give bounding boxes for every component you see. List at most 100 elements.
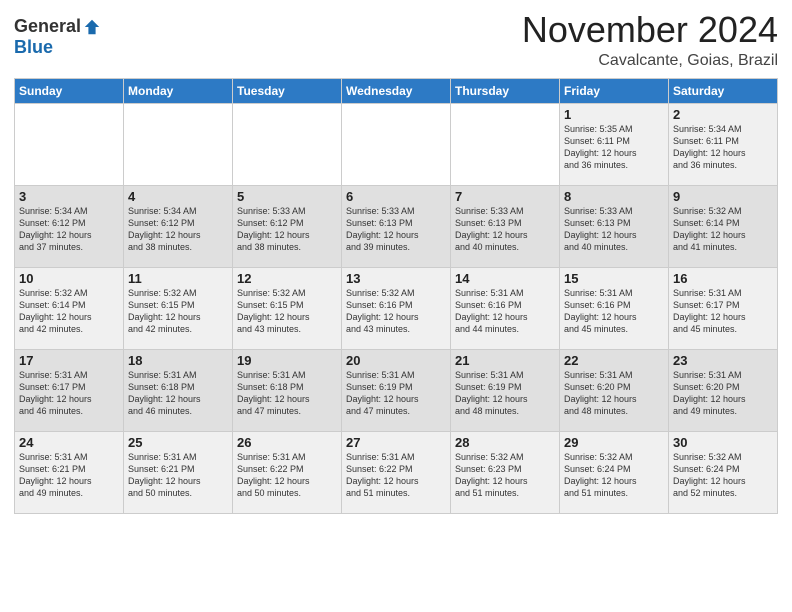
calendar-cell-empty	[342, 103, 451, 185]
day-number: 22	[564, 353, 664, 368]
day-number: 27	[346, 435, 446, 450]
day-number: 18	[128, 353, 228, 368]
calendar-cell-23: 23Sunrise: 5:31 AM Sunset: 6:20 PM Dayli…	[669, 349, 778, 431]
logo: General Blue	[14, 10, 101, 58]
day-number: 12	[237, 271, 337, 286]
calendar-cell-6: 6Sunrise: 5:33 AM Sunset: 6:13 PM Daylig…	[342, 185, 451, 267]
header: General Blue November 2024 Cavalcante, G…	[14, 10, 778, 70]
calendar-cell-21: 21Sunrise: 5:31 AM Sunset: 6:19 PM Dayli…	[451, 349, 560, 431]
calendar-cell-16: 16Sunrise: 5:31 AM Sunset: 6:17 PM Dayli…	[669, 267, 778, 349]
day-number: 7	[455, 189, 555, 204]
calendar-cell-12: 12Sunrise: 5:32 AM Sunset: 6:15 PM Dayli…	[233, 267, 342, 349]
calendar-cell-22: 22Sunrise: 5:31 AM Sunset: 6:20 PM Dayli…	[560, 349, 669, 431]
cell-info: Sunrise: 5:32 AM Sunset: 6:14 PM Dayligh…	[673, 205, 773, 254]
day-number: 16	[673, 271, 773, 286]
day-number: 15	[564, 271, 664, 286]
calendar-cell-27: 27Sunrise: 5:31 AM Sunset: 6:22 PM Dayli…	[342, 431, 451, 513]
calendar-cell-29: 29Sunrise: 5:32 AM Sunset: 6:24 PM Dayli…	[560, 431, 669, 513]
day-number: 30	[673, 435, 773, 450]
logo-blue-text: Blue	[14, 37, 53, 58]
calendar-row: 24Sunrise: 5:31 AM Sunset: 6:21 PM Dayli…	[15, 431, 778, 513]
cell-info: Sunrise: 5:31 AM Sunset: 6:18 PM Dayligh…	[128, 369, 228, 418]
calendar-cell-8: 8Sunrise: 5:33 AM Sunset: 6:13 PM Daylig…	[560, 185, 669, 267]
weekday-header-tuesday: Tuesday	[233, 78, 342, 103]
cell-info: Sunrise: 5:31 AM Sunset: 6:22 PM Dayligh…	[346, 451, 446, 500]
calendar-cell-5: 5Sunrise: 5:33 AM Sunset: 6:12 PM Daylig…	[233, 185, 342, 267]
page: General Blue November 2024 Cavalcante, G…	[0, 0, 792, 612]
day-number: 1	[564, 107, 664, 122]
calendar-cell-30: 30Sunrise: 5:32 AM Sunset: 6:24 PM Dayli…	[669, 431, 778, 513]
day-number: 3	[19, 189, 119, 204]
day-number: 8	[564, 189, 664, 204]
day-number: 25	[128, 435, 228, 450]
calendar-row: 17Sunrise: 5:31 AM Sunset: 6:17 PM Dayli…	[15, 349, 778, 431]
calendar-table: SundayMondayTuesdayWednesdayThursdayFrid…	[14, 78, 778, 514]
day-number: 17	[19, 353, 119, 368]
cell-info: Sunrise: 5:31 AM Sunset: 6:21 PM Dayligh…	[19, 451, 119, 500]
calendar-cell-empty	[233, 103, 342, 185]
calendar-row: 1Sunrise: 5:35 AM Sunset: 6:11 PM Daylig…	[15, 103, 778, 185]
cell-info: Sunrise: 5:31 AM Sunset: 6:20 PM Dayligh…	[564, 369, 664, 418]
calendar-row: 10Sunrise: 5:32 AM Sunset: 6:14 PM Dayli…	[15, 267, 778, 349]
cell-info: Sunrise: 5:31 AM Sunset: 6:17 PM Dayligh…	[673, 287, 773, 336]
cell-info: Sunrise: 5:32 AM Sunset: 6:15 PM Dayligh…	[128, 287, 228, 336]
day-number: 10	[19, 271, 119, 286]
cell-info: Sunrise: 5:33 AM Sunset: 6:13 PM Dayligh…	[564, 205, 664, 254]
calendar-cell-24: 24Sunrise: 5:31 AM Sunset: 6:21 PM Dayli…	[15, 431, 124, 513]
day-number: 26	[237, 435, 337, 450]
cell-info: Sunrise: 5:31 AM Sunset: 6:16 PM Dayligh…	[564, 287, 664, 336]
calendar-cell-7: 7Sunrise: 5:33 AM Sunset: 6:13 PM Daylig…	[451, 185, 560, 267]
calendar-cell-13: 13Sunrise: 5:32 AM Sunset: 6:16 PM Dayli…	[342, 267, 451, 349]
cell-info: Sunrise: 5:33 AM Sunset: 6:12 PM Dayligh…	[237, 205, 337, 254]
cell-info: Sunrise: 5:31 AM Sunset: 6:20 PM Dayligh…	[673, 369, 773, 418]
day-number: 29	[564, 435, 664, 450]
cell-info: Sunrise: 5:31 AM Sunset: 6:17 PM Dayligh…	[19, 369, 119, 418]
cell-info: Sunrise: 5:35 AM Sunset: 6:11 PM Dayligh…	[564, 123, 664, 172]
weekday-header-monday: Monday	[124, 78, 233, 103]
calendar-cell-20: 20Sunrise: 5:31 AM Sunset: 6:19 PM Dayli…	[342, 349, 451, 431]
calendar-cell-19: 19Sunrise: 5:31 AM Sunset: 6:18 PM Dayli…	[233, 349, 342, 431]
cell-info: Sunrise: 5:34 AM Sunset: 6:12 PM Dayligh…	[19, 205, 119, 254]
location-subtitle: Cavalcante, Goias, Brazil	[522, 52, 778, 70]
logo-icon	[83, 18, 101, 36]
calendar-cell-empty	[15, 103, 124, 185]
calendar-cell-18: 18Sunrise: 5:31 AM Sunset: 6:18 PM Dayli…	[124, 349, 233, 431]
cell-info: Sunrise: 5:32 AM Sunset: 6:24 PM Dayligh…	[564, 451, 664, 500]
weekday-header-sunday: Sunday	[15, 78, 124, 103]
title-block: November 2024 Cavalcante, Goias, Brazil	[522, 10, 778, 70]
cell-info: Sunrise: 5:32 AM Sunset: 6:23 PM Dayligh…	[455, 451, 555, 500]
day-number: 24	[19, 435, 119, 450]
calendar-cell-9: 9Sunrise: 5:32 AM Sunset: 6:14 PM Daylig…	[669, 185, 778, 267]
cell-info: Sunrise: 5:32 AM Sunset: 6:16 PM Dayligh…	[346, 287, 446, 336]
calendar-cell-11: 11Sunrise: 5:32 AM Sunset: 6:15 PM Dayli…	[124, 267, 233, 349]
calendar-row: 3Sunrise: 5:34 AM Sunset: 6:12 PM Daylig…	[15, 185, 778, 267]
cell-info: Sunrise: 5:33 AM Sunset: 6:13 PM Dayligh…	[455, 205, 555, 254]
cell-info: Sunrise: 5:32 AM Sunset: 6:24 PM Dayligh…	[673, 451, 773, 500]
cell-info: Sunrise: 5:34 AM Sunset: 6:12 PM Dayligh…	[128, 205, 228, 254]
calendar-cell-15: 15Sunrise: 5:31 AM Sunset: 6:16 PM Dayli…	[560, 267, 669, 349]
weekday-header-thursday: Thursday	[451, 78, 560, 103]
cell-info: Sunrise: 5:31 AM Sunset: 6:22 PM Dayligh…	[237, 451, 337, 500]
month-title: November 2024	[522, 10, 778, 50]
day-number: 23	[673, 353, 773, 368]
day-number: 5	[237, 189, 337, 204]
calendar-cell-3: 3Sunrise: 5:34 AM Sunset: 6:12 PM Daylig…	[15, 185, 124, 267]
day-number: 4	[128, 189, 228, 204]
calendar-cell-17: 17Sunrise: 5:31 AM Sunset: 6:17 PM Dayli…	[15, 349, 124, 431]
cell-info: Sunrise: 5:31 AM Sunset: 6:19 PM Dayligh…	[346, 369, 446, 418]
day-number: 13	[346, 271, 446, 286]
day-number: 20	[346, 353, 446, 368]
calendar-header-row: SundayMondayTuesdayWednesdayThursdayFrid…	[15, 78, 778, 103]
calendar-cell-10: 10Sunrise: 5:32 AM Sunset: 6:14 PM Dayli…	[15, 267, 124, 349]
calendar-cell-25: 25Sunrise: 5:31 AM Sunset: 6:21 PM Dayli…	[124, 431, 233, 513]
day-number: 19	[237, 353, 337, 368]
cell-info: Sunrise: 5:31 AM Sunset: 6:21 PM Dayligh…	[128, 451, 228, 500]
cell-info: Sunrise: 5:31 AM Sunset: 6:18 PM Dayligh…	[237, 369, 337, 418]
cell-info: Sunrise: 5:32 AM Sunset: 6:14 PM Dayligh…	[19, 287, 119, 336]
cell-info: Sunrise: 5:33 AM Sunset: 6:13 PM Dayligh…	[346, 205, 446, 254]
day-number: 28	[455, 435, 555, 450]
day-number: 9	[673, 189, 773, 204]
day-number: 6	[346, 189, 446, 204]
weekday-header-friday: Friday	[560, 78, 669, 103]
day-number: 11	[128, 271, 228, 286]
